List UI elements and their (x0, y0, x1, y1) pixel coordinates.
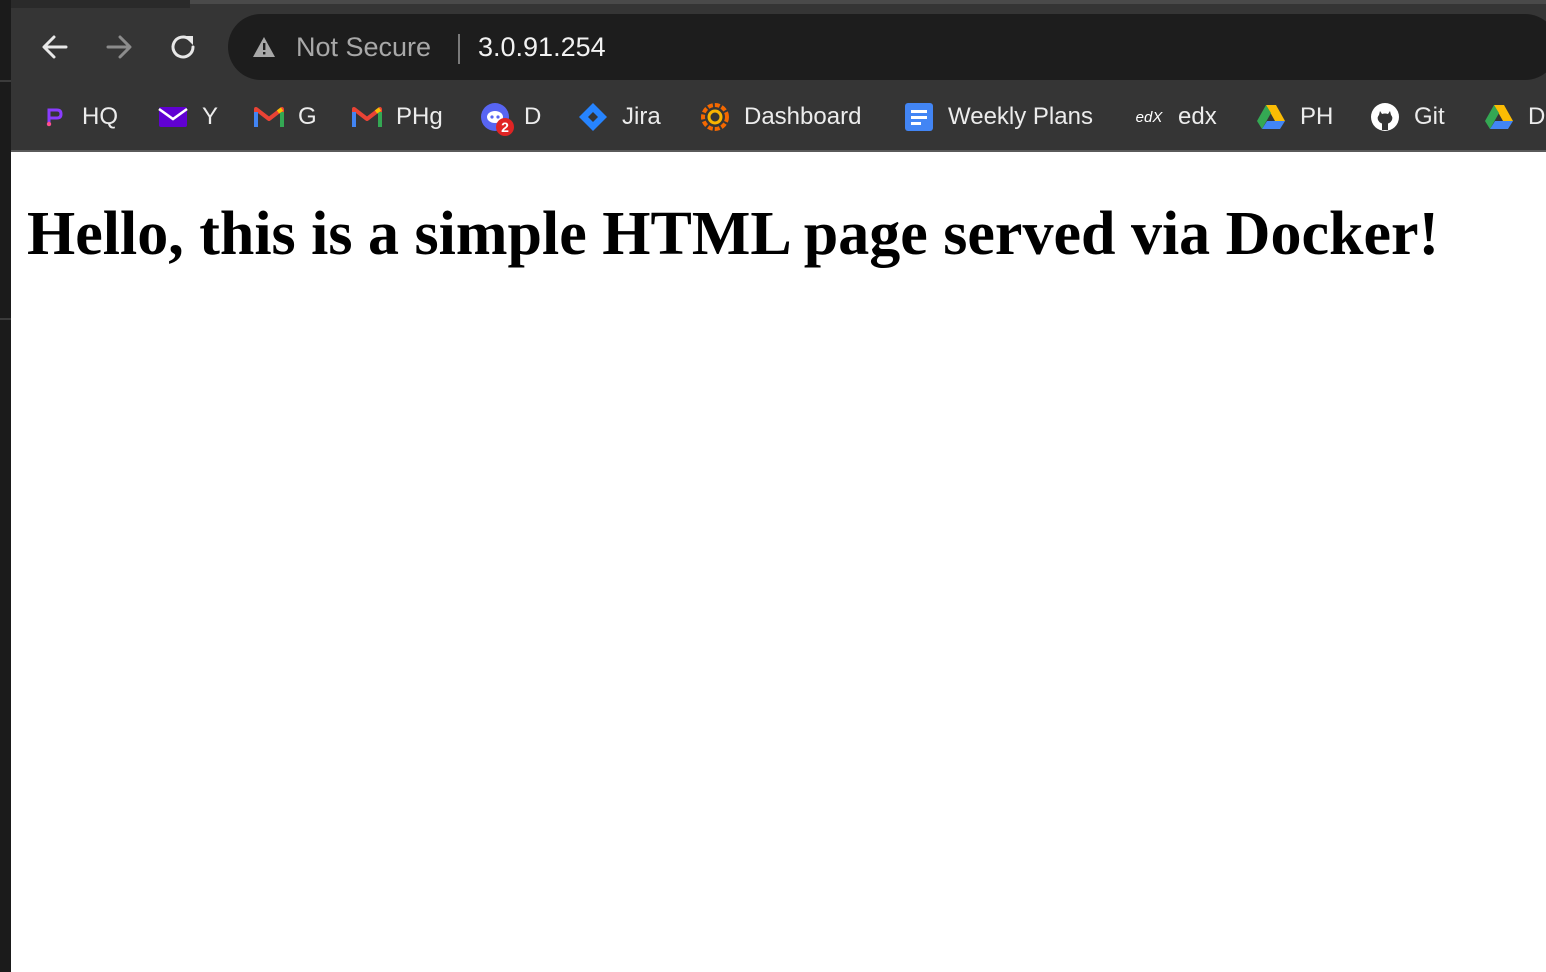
discord-icon: 2 (480, 102, 514, 136)
address-bar[interactable]: Not Secure 3.0.91.254 (228, 14, 1546, 80)
divider (0, 318, 11, 320)
tab-strip-edge (0, 0, 190, 8)
jira-icon (578, 102, 608, 132)
bookmark-dashboard[interactable]: Dashboard (700, 100, 861, 134)
bookmark-jira[interactable]: Jira (578, 100, 661, 134)
bookmark-hq[interactable]: HQ (38, 100, 118, 134)
bookmarks-bar: HQ Y G PHg 2 D Jira Dashboard Weekly Pla… (0, 84, 1546, 152)
bookmark-label: Dashboard (744, 103, 862, 130)
divider (0, 80, 11, 82)
bookmark-label: PHg (396, 103, 443, 130)
google-drive-icon (1484, 102, 1514, 132)
google-docs-icon (904, 102, 934, 132)
bookmark-edx[interactable]: edX edx (1134, 100, 1217, 134)
bookmark-ph[interactable]: PH (1256, 100, 1333, 134)
browser-toolbar: Not Secure 3.0.91.254 (0, 0, 1546, 88)
edx-logo-text: edX (1135, 108, 1163, 126)
bookmark-d-drive[interactable]: D (1484, 100, 1545, 134)
google-drive-icon (1256, 102, 1286, 132)
notification-badge: 2 (496, 118, 514, 136)
bookmark-git[interactable]: Git (1370, 100, 1445, 134)
reload-icon (171, 35, 195, 59)
bookmark-label: edx (1178, 103, 1217, 130)
browser-window: Not Secure 3.0.91.254 HQ Y G PHg 2 D Jir… (0, 0, 1546, 972)
bookmark-discord[interactable]: 2 D (480, 100, 542, 136)
warning-triangle-icon[interactable] (252, 36, 276, 58)
grafana-icon (700, 102, 730, 132)
background-window-edge (0, 0, 11, 972)
bookmark-phg[interactable]: PHg (352, 100, 443, 134)
arrow-right-icon (106, 35, 132, 59)
arrow-left-icon (42, 35, 68, 59)
bookmark-label: D (524, 103, 542, 130)
gmail-icon (254, 102, 284, 132)
security-status-label[interactable]: Not Secure (296, 30, 431, 64)
omnibox-divider (458, 34, 460, 64)
bookmark-label: Weekly Plans (948, 103, 1093, 130)
bookmark-label: HQ (82, 103, 118, 130)
edx-icon: edX (1134, 102, 1164, 132)
bookmark-label: G (298, 103, 317, 130)
bookmark-label: Jira (622, 103, 661, 130)
reload-button[interactable] (166, 30, 200, 64)
bookmark-g[interactable]: G (254, 100, 317, 134)
bookmark-label: Git (1414, 103, 1445, 130)
url-text[interactable]: 3.0.91.254 (478, 30, 606, 64)
hq-icon (38, 102, 68, 132)
page-content: Hello, this is a simple HTML page served… (11, 152, 1546, 972)
forward-button[interactable] (102, 30, 136, 64)
yahoo-mail-icon (158, 102, 188, 132)
bookmark-label: PH (1300, 103, 1334, 130)
github-icon (1370, 102, 1400, 132)
bookmark-weekly-plans[interactable]: Weekly Plans (904, 100, 1093, 134)
bookmark-y[interactable]: Y (158, 100, 218, 134)
bookmark-label: Y (202, 103, 219, 130)
back-button[interactable] (38, 30, 72, 64)
gmail-icon (352, 102, 382, 132)
bookmark-label: D (1528, 103, 1546, 130)
page-heading: Hello, this is a simple HTML page served… (27, 200, 1440, 268)
